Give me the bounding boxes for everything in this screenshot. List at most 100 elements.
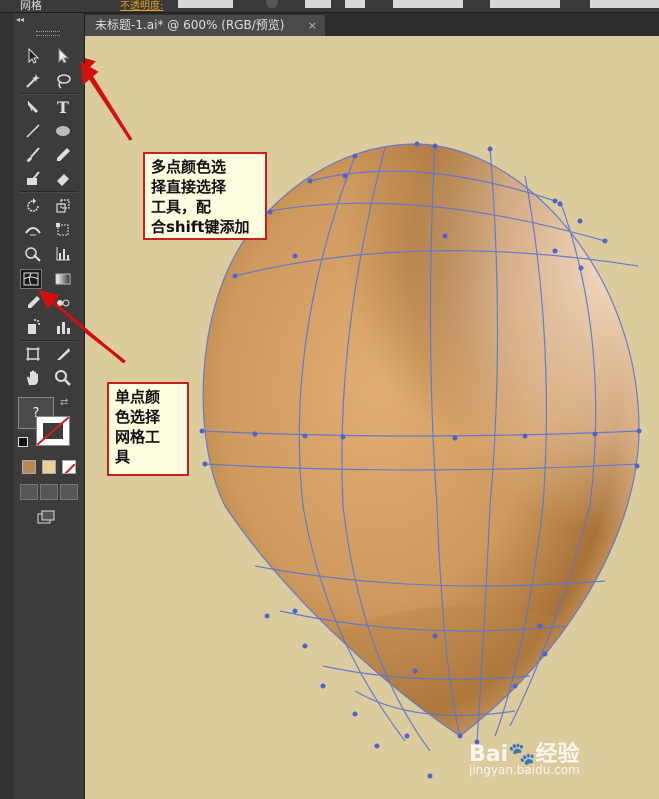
free-transform-tool[interactable] (52, 220, 74, 240)
x-input[interactable] (393, 0, 463, 8)
line-tool[interactable] (22, 121, 44, 141)
default-fill-stroke-icon[interactable] (18, 437, 28, 447)
rotate-tool[interactable] (22, 196, 44, 216)
blob-brush-tool[interactable] (22, 169, 44, 189)
type-tool[interactable]: T (52, 97, 74, 117)
panel-grip[interactable] (36, 31, 60, 36)
paintbrush-tool[interactable] (22, 145, 44, 165)
column-graph-tool[interactable] (52, 317, 74, 337)
slice-icon (57, 348, 70, 360)
lasso-tool[interactable] (52, 71, 74, 91)
swap-fill-stroke-icon[interactable]: ⇄ (60, 397, 68, 408)
left-dock-strip (0, 13, 14, 799)
magic-wand-icon (26, 74, 40, 88)
eyedropper-icon (28, 296, 40, 308)
y-input[interactable] (490, 0, 560, 8)
callout-line: 单点颜 (115, 388, 161, 406)
callout-line: 色选择 (115, 408, 161, 426)
slice-tool[interactable] (52, 344, 74, 364)
collapse-panel-button[interactable]: ◂◂ (16, 15, 24, 24)
symbol-sprayer-tool[interactable] (22, 317, 44, 337)
document-tab-bar: 未标题-1.ai* @ 600% (RGB/预览) × (85, 13, 659, 36)
blob-brush-icon (27, 171, 40, 185)
blend-icon (57, 299, 70, 307)
ellipse-tool[interactable] (52, 121, 74, 141)
recolor-icon[interactable] (266, 0, 278, 8)
mesh-icon (23, 272, 39, 286)
artboard-canvas[interactable]: 多点颜色选 择直接选择 工具，配 合shift键添加 单点颜 色选择 网格工 具… (85, 36, 659, 799)
screen-mode-button[interactable] (36, 509, 56, 524)
free-transform-icon (56, 223, 69, 236)
pen-icon (27, 100, 38, 113)
width-icon (25, 227, 41, 236)
align-button[interactable] (305, 0, 331, 8)
graph-icon (56, 247, 70, 261)
shape-builder-icon (25, 247, 41, 262)
column-graph-icon (57, 322, 70, 334)
shape-builder-tool[interactable] (22, 244, 44, 264)
workspace-label: 网格 (20, 0, 42, 12)
stroke-swatch[interactable] (36, 416, 70, 446)
callout-line: 工具，配 (151, 198, 212, 216)
gradient-swatch[interactable] (42, 460, 56, 474)
draw-behind-button[interactable] (40, 484, 58, 500)
mesh-select-callout: 单点颜 色选择 网格工 具 (107, 382, 189, 476)
graph-tool[interactable] (52, 244, 74, 264)
lasso-icon (57, 74, 71, 89)
control-bar: 网格 不透明度: (0, 0, 659, 13)
type-icon: T (57, 97, 69, 117)
artboard-tool[interactable] (22, 344, 44, 364)
width-input[interactable] (590, 0, 659, 8)
mesh-tool[interactable] (20, 269, 42, 289)
symbol-sprayer-icon (28, 319, 40, 334)
callout-line: 多点颜色选 (151, 158, 227, 176)
white-arrow-icon (58, 47, 70, 64)
color-swatch[interactable] (22, 460, 36, 474)
toolbox-divider (20, 191, 78, 193)
eyedropper-tool[interactable] (22, 293, 44, 313)
none-stroke-icon (37, 417, 69, 445)
width-tool[interactable] (22, 220, 44, 240)
pencil-icon (57, 148, 70, 161)
opacity-label[interactable]: 不透明度: (120, 0, 163, 12)
screen-mode-icon (37, 510, 55, 524)
baidu-watermark: Bai🐾经验 jingyan.baidu.com (469, 736, 629, 786)
pencil-tool[interactable] (52, 145, 74, 165)
draw-normal-button[interactable] (20, 484, 38, 500)
scale-tool[interactable] (52, 196, 74, 216)
document-title: 未标题-1.ai* @ 600% (RGB/预览) (95, 18, 285, 32)
rotate-icon (27, 198, 39, 212)
watermark-url: jingyan.baidu.com (469, 763, 580, 777)
toolbox-divider (20, 93, 78, 95)
zoom-tool[interactable] (52, 368, 74, 388)
zoom-icon (55, 370, 71, 386)
none-swatch[interactable] (62, 460, 76, 474)
gradient-icon (55, 273, 71, 285)
close-tab-icon[interactable]: × (308, 15, 317, 36)
toolbox-divider (20, 340, 78, 342)
transform-icon[interactable] (345, 0, 365, 8)
blend-tool[interactable] (52, 293, 74, 313)
tools-panel: ◂◂ T ? ⇄ (14, 13, 85, 799)
annotation-arrows (85, 58, 133, 364)
eraser-tool[interactable] (52, 169, 74, 189)
callout-line: 合shift键添加 (151, 218, 250, 236)
callout-line: 择直接选择 (151, 178, 227, 196)
artboard-icon (26, 347, 40, 361)
line-icon (26, 124, 40, 138)
opacity-input[interactable] (178, 0, 233, 8)
magic-wand-tool[interactable] (22, 71, 44, 91)
scale-icon (56, 199, 70, 213)
draw-inside-button[interactable] (60, 484, 78, 500)
hand-icon (27, 370, 38, 385)
direct-selection-tool[interactable] (52, 46, 74, 66)
callout-line: 具 (115, 448, 131, 466)
hand-tool[interactable] (22, 368, 44, 388)
gradient-tool[interactable] (52, 269, 74, 289)
eraser-icon (57, 174, 69, 186)
none-icon (64, 463, 75, 473)
document-tab[interactable]: 未标题-1.ai* @ 600% (RGB/预览) × (85, 15, 325, 36)
callout-line: 网格工 (115, 428, 161, 446)
selection-tool[interactable] (22, 46, 44, 66)
pen-tool[interactable] (22, 97, 44, 117)
